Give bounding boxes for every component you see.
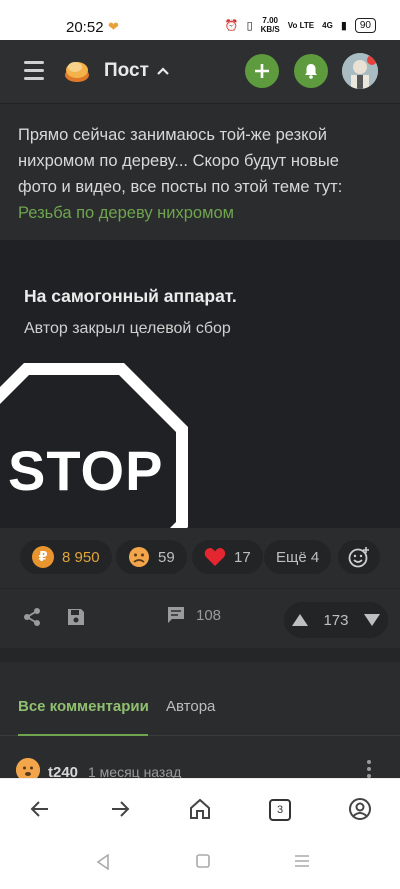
comment-icon [168,607,184,623]
battery-indicator: 90 [354,17,376,33]
comments-tabs: Все комментарии Автора [0,684,400,736]
forward-arrow-icon[interactable] [108,797,132,821]
notification-dot [367,55,377,65]
reactions-bar: ₽ 8 950 59 17 Ещё 4 [0,528,400,588]
heart-count: 17 [234,548,251,566]
post-actions: 108 173 [0,588,400,648]
upvote-icon[interactable] [291,613,309,627]
home-icon[interactable] [188,797,212,821]
net-speed: 7.00 KB/S [260,16,280,34]
volte-indicator: Vo LTE [287,20,315,30]
sad-face-icon [129,547,149,567]
tab-author-comments[interactable]: Автора [166,698,215,715]
bell-icon [305,64,317,79]
user-avatar[interactable] [342,53,378,89]
comments-button[interactable]: 108 [166,605,221,625]
tab-all-comments[interactable]: Все комментарии [18,698,149,715]
post-body: Прямо сейчас занимаюсь той-же резкой них… [18,126,343,196]
system-navigation [0,840,400,889]
active-tab-indicator [18,734,148,736]
stop-text: STOP [8,439,164,502]
sad-count: 59 [158,548,175,566]
status-time: 20:52 [66,19,104,36]
rating-control: 173 [284,602,388,638]
menu-icon[interactable] [24,61,44,81]
notifications-button[interactable] [294,54,328,88]
share-icon [24,608,40,626]
status-bar: 20:52 ❤ ⏰ ▯ 7.00 KB/S Vo LTE 4G ▮ 90 [0,0,400,40]
app-bar: Пост [0,40,400,104]
heart-reaction[interactable]: 17 [192,540,263,574]
rating-value: 173 [323,611,349,629]
nav-recents-icon[interactable] [294,854,310,868]
save-button[interactable] [66,607,86,627]
network-type: 4G [322,20,333,30]
share-button[interactable] [22,607,42,627]
comments-section: Все комментарии Автора t240 1 месяц наза… [0,648,400,782]
signal-icon: ▮ [340,19,347,32]
add-reaction-button[interactable] [338,540,380,574]
sad-reaction[interactable]: 59 [116,540,187,574]
nav-back-icon[interactable] [96,854,110,870]
more-reactions-label: Ещё 4 [276,548,320,566]
downvote-icon[interactable] [363,613,381,627]
plus-icon [255,64,269,78]
donation-block: На самогонный аппарат. Автор закрыл целе… [0,240,400,528]
status-icons: ⏰ ▯ 7.00 KB/S Vo LTE 4G ▮ 90 [225,16,376,34]
save-icon [68,609,84,625]
vibrate-icon: ▯ [246,19,253,32]
donation-status: Автор закрыл целевой сбор [24,320,231,337]
chevron-up-icon [157,67,169,75]
comments-count: 108 [196,606,222,624]
heart-icon [204,548,226,566]
page-title: Пост [104,60,149,81]
ruble-icon: ₽ [32,546,54,568]
account-icon[interactable] [348,797,372,821]
app-notification-icon: ❤ [108,19,119,34]
donation-title: На самогонный аппарат. [24,286,237,306]
tabs-button[interactable]: 3 [269,799,291,821]
add-emoji-icon [348,547,369,568]
nav-home-icon[interactable] [196,854,210,868]
donate-reaction[interactable]: ₽ 8 950 [20,540,112,574]
post-text: Прямо сейчас занимаюсь той-же резкой них… [0,104,400,240]
donation-amount: 8 950 [62,548,100,566]
page-title-dropdown[interactable]: Пост [104,60,169,82]
more-reactions-button[interactable]: Ещё 4 [264,540,332,574]
back-arrow-icon[interactable] [28,797,52,821]
alarm-icon: ⏰ [224,19,239,32]
tag-link[interactable]: Резьба по дереву нихромом [18,204,234,222]
add-post-button[interactable] [245,54,279,88]
browser-bottom-bar: 3 [0,778,400,840]
pikabu-logo-icon [65,62,89,82]
